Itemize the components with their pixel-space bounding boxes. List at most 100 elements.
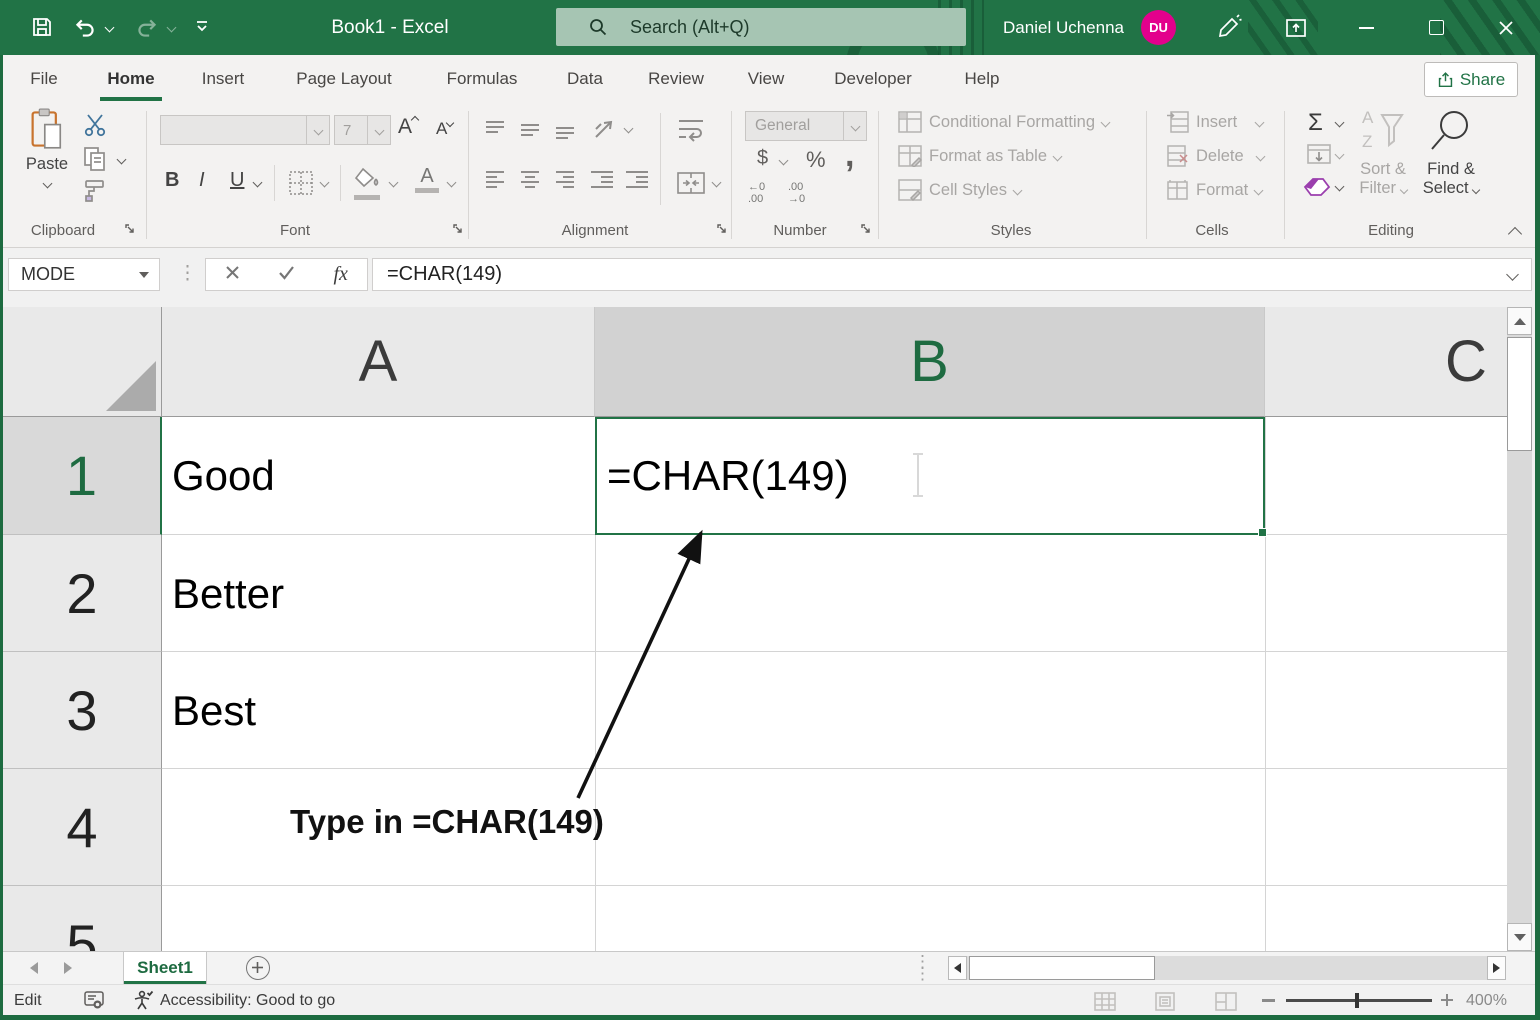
align-left-button[interactable] — [484, 169, 506, 196]
row-header-2[interactable]: 2 — [3, 535, 162, 652]
align-bottom-button[interactable] — [554, 119, 576, 146]
vertical-scrollbar[interactable] — [1507, 307, 1532, 951]
tab-data[interactable]: Data — [563, 55, 607, 99]
row-header-4[interactable]: 4 — [3, 769, 162, 886]
page-layout-view-icon[interactable] — [1155, 992, 1175, 1016]
accessibility-status[interactable]: Accessibility: Good to go — [160, 985, 335, 1016]
normal-view-icon[interactable] — [1094, 992, 1116, 1016]
decrease-font-size-button[interactable]: A — [436, 119, 453, 139]
add-sheet-button[interactable] — [246, 956, 270, 980]
column-header-b[interactable]: B — [595, 307, 1265, 417]
cut-icon[interactable] — [82, 113, 108, 142]
row-header-1[interactable]: 1 — [3, 417, 162, 535]
clear-dropdown-icon[interactable] — [1335, 182, 1345, 192]
redo-dropdown-icon[interactable] — [167, 23, 177, 33]
decrease-decimal-button[interactable]: .00 →0 — [788, 181, 822, 205]
save-icon[interactable] — [30, 15, 54, 44]
cell-styles-button[interactable]: Cell Styles — [898, 179, 1021, 201]
tab-scrollbar-splitter[interactable]: ⋮⋮ — [914, 956, 931, 980]
fill-color-button[interactable] — [354, 167, 382, 200]
tab-page-layout[interactable]: Page Layout — [289, 55, 399, 99]
search-bar[interactable]: Search (Alt+Q) — [556, 8, 966, 46]
prev-sheet-icon[interactable] — [30, 962, 38, 974]
row-header-5[interactable]: 5 — [3, 886, 162, 951]
orientation-dropdown-icon[interactable] — [624, 124, 634, 134]
clear-button[interactable] — [1303, 175, 1331, 204]
formula-input[interactable]: =CHAR(149) — [372, 258, 1532, 291]
cancel-icon[interactable] — [225, 265, 240, 285]
cell-a1[interactable]: Good — [172, 417, 275, 535]
select-all-corner[interactable] — [3, 307, 162, 417]
collapse-ribbon-icon[interactable] — [1508, 227, 1522, 241]
tab-formulas[interactable]: Formulas — [441, 55, 523, 99]
autosum-button[interactable]: Σ — [1308, 109, 1323, 137]
expand-formula-bar-icon[interactable] — [1506, 268, 1519, 281]
alignment-dialog-launcher-icon[interactable] — [716, 223, 729, 241]
tab-home[interactable]: Home — [100, 55, 162, 99]
fill-button[interactable] — [1306, 143, 1332, 170]
redo-button[interactable] — [134, 15, 160, 46]
font-color-dropdown-icon[interactable] — [447, 178, 457, 188]
tab-help[interactable]: Help — [961, 55, 1003, 99]
font-size-select[interactable]: 7 — [334, 115, 391, 145]
increase-decimal-button[interactable]: ←0 .00 — [748, 181, 782, 205]
align-right-button[interactable] — [554, 169, 576, 196]
close-button[interactable] — [1484, 0, 1528, 55]
ribbon-display-options-icon[interactable] — [1284, 16, 1308, 45]
increase-font-size-button[interactable]: A — [398, 115, 418, 139]
column-header-a[interactable]: A — [162, 307, 595, 417]
find-select-button[interactable]: Find & Select — [1420, 107, 1482, 198]
copy-dropdown-icon[interactable] — [117, 155, 127, 165]
tab-review[interactable]: Review — [644, 55, 708, 99]
column-header-c[interactable]: C — [1265, 307, 1507, 417]
font-color-button[interactable]: A — [414, 165, 440, 193]
horizontal-scrollbar[interactable] — [948, 956, 1506, 980]
name-box-resize-dots[interactable]: ⋮ — [178, 257, 197, 290]
number-dialog-launcher-icon[interactable] — [860, 223, 873, 241]
account-name[interactable]: Daniel Uchenna — [982, 0, 1124, 55]
macro-record-icon[interactable] — [84, 991, 104, 1015]
active-cell-b1[interactable]: =CHAR(149) — [595, 417, 1265, 535]
sheet-tab-sheet1[interactable]: Sheet1 — [123, 952, 207, 984]
sort-filter-button[interactable]: AZ Sort & Filter — [1352, 107, 1414, 198]
comma-style-button[interactable]: , — [845, 136, 854, 175]
zoom-in-button[interactable] — [1440, 993, 1454, 1012]
accounting-dropdown-icon[interactable] — [779, 156, 789, 166]
tab-insert[interactable]: Insert — [196, 55, 250, 99]
bold-button[interactable]: B — [165, 169, 179, 192]
scroll-down-button[interactable] — [1507, 923, 1532, 951]
tab-file[interactable]: File — [22, 55, 66, 99]
underline-button[interactable]: U — [230, 169, 244, 192]
feedback-pen-icon[interactable] — [1216, 14, 1242, 45]
format-painter-icon[interactable] — [82, 179, 108, 208]
avatar[interactable]: DU — [1141, 10, 1176, 45]
zoom-slider-track[interactable] — [1286, 999, 1432, 1002]
zoom-level[interactable]: 400% — [1466, 985, 1507, 1016]
minimize-button[interactable] — [1344, 0, 1388, 55]
merge-center-button[interactable] — [676, 169, 706, 202]
align-top-button[interactable] — [484, 119, 506, 146]
next-sheet-icon[interactable] — [64, 962, 72, 974]
scroll-up-button[interactable] — [1507, 307, 1532, 335]
fill-dropdown-icon[interactable] — [1335, 150, 1345, 160]
clipboard-dialog-launcher-icon[interactable] — [124, 223, 137, 241]
copy-icon[interactable] — [82, 146, 108, 177]
decrease-indent-button[interactable] — [589, 169, 615, 196]
tab-view[interactable]: View — [745, 55, 787, 99]
insert-cells-button[interactable]: Insert — [1166, 111, 1263, 133]
zoom-slider-handle[interactable] — [1355, 993, 1359, 1008]
format-cells-button[interactable]: Format — [1166, 179, 1262, 201]
align-center-button[interactable] — [519, 169, 541, 196]
merge-center-dropdown-icon[interactable] — [712, 178, 722, 188]
font-dialog-launcher-icon[interactable] — [452, 223, 465, 241]
fill-color-dropdown-icon[interactable] — [389, 178, 399, 188]
conditional-formatting-button[interactable]: Conditional Formatting — [898, 111, 1109, 133]
page-break-view-icon[interactable] — [1215, 992, 1237, 1016]
scroll-left-button[interactable] — [948, 956, 967, 980]
cell-a3[interactable]: Best — [172, 652, 256, 769]
zoom-out-button[interactable] — [1262, 999, 1275, 1002]
autosum-dropdown-icon[interactable] — [1335, 118, 1345, 128]
increase-indent-button[interactable] — [624, 169, 650, 196]
scroll-right-button[interactable] — [1487, 956, 1506, 980]
borders-icon[interactable] — [288, 170, 314, 201]
